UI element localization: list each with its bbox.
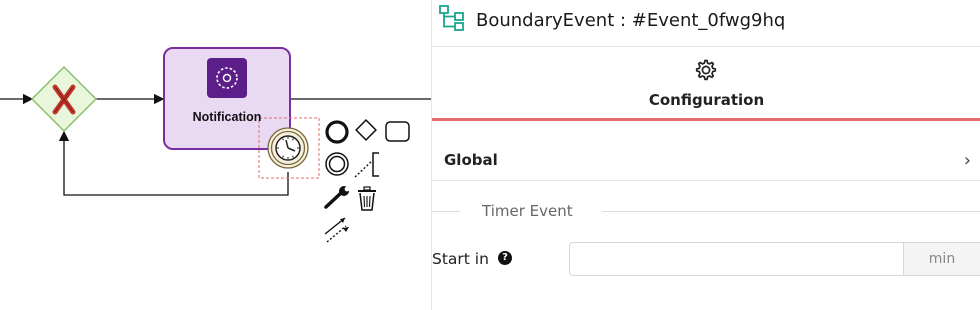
task-notification[interactable] — [163, 47, 291, 150]
start-in-label: Start in — [432, 250, 489, 268]
task-label: Notification — [192, 110, 262, 124]
connect-icon[interactable] — [324, 217, 349, 243]
group-label: Timer Event — [482, 202, 573, 220]
tab-label: Configuration — [648, 91, 765, 109]
section-global[interactable]: Global › — [432, 140, 980, 181]
append-intermediate-event-icon[interactable] — [325, 152, 349, 176]
append-gateway-icon[interactable] — [355, 119, 377, 141]
start-in-input[interactable] — [569, 242, 904, 276]
unit-addon: min — [904, 242, 980, 276]
divider — [602, 211, 980, 212]
wrench-icon[interactable] — [324, 186, 350, 209]
exclusive-gateway[interactable] — [30, 65, 98, 133]
append-task-icon[interactable] — [385, 121, 410, 142]
group-timer-event: Timer Event — [432, 200, 980, 224]
element-title: BoundaryEvent : #Event_0fwg9hq — [476, 10, 786, 31]
gear-icon — [695, 59, 717, 81]
notification-icon — [207, 58, 247, 98]
bpmn-canvas[interactable]: Notification — [0, 0, 431, 310]
tab-configuration[interactable]: Configuration — [432, 47, 980, 121]
chevron-right-icon: › — [963, 150, 971, 171]
panel-header: BoundaryEvent : #Event_0fwg9hq — [432, 0, 980, 47]
active-tab-indicator — [432, 118, 980, 121]
section-label: Global — [444, 151, 498, 169]
context-pad — [324, 119, 410, 243]
trash-icon[interactable] — [358, 186, 376, 211]
properties-panel: BoundaryEvent : #Event_0fwg9hq Configura… — [431, 0, 980, 310]
bpmn-element-icon — [439, 5, 464, 31]
help-icon[interactable]: ? — [498, 251, 512, 265]
text-annotation-icon[interactable] — [354, 152, 379, 178]
append-end-event-icon[interactable] — [325, 120, 349, 144]
divider — [432, 211, 460, 212]
